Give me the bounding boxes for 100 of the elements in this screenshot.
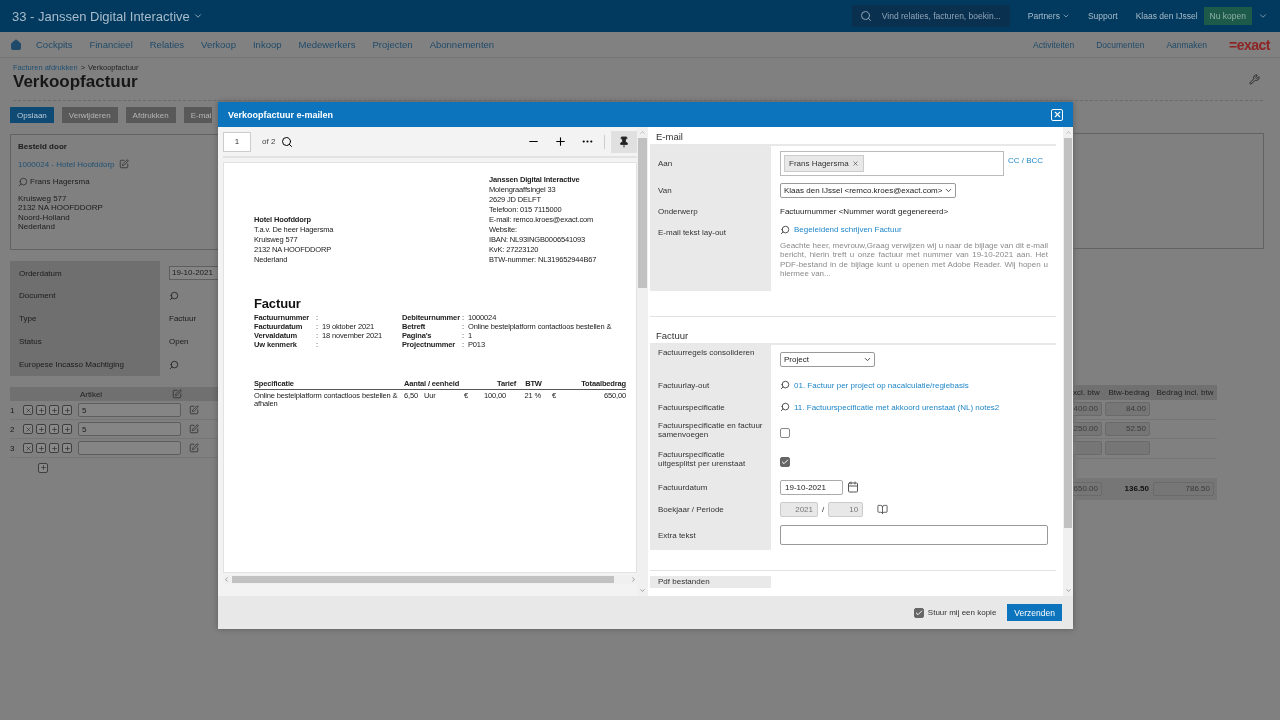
- delete-row-button[interactable]: [23, 405, 33, 415]
- address-line: Kruisweg 577: [18, 194, 68, 204]
- remove-icon[interactable]: [851, 159, 859, 167]
- edit-icon[interactable]: [172, 389, 182, 399]
- nav-item[interactable]: Inkoop: [252, 39, 282, 50]
- action-button[interactable]: Afdrukken: [125, 107, 176, 123]
- edit-icon[interactable]: [189, 424, 199, 434]
- article-field[interactable]: 5: [78, 422, 181, 436]
- article-field[interactable]: [78, 441, 181, 455]
- search-field[interactable]: Vind relaties, facturen, boekin...: [851, 5, 1010, 27]
- plus-icon: [50, 444, 58, 452]
- chevron-icon: [192, 11, 203, 21]
- insert-row-button[interactable]: [36, 443, 46, 453]
- extra-text-field[interactable]: [780, 525, 1048, 545]
- top-link[interactable]: Support: [1087, 11, 1118, 21]
- plus-icon: [63, 425, 71, 433]
- recipient-field[interactable]: Frans Hagersma: [780, 150, 1004, 176]
- insert-row-button[interactable]: [36, 424, 46, 434]
- article-field[interactable]: 5: [78, 403, 181, 417]
- user-menu[interactable]: Klaas den IJssel: [1135, 11, 1198, 21]
- move-row-button[interactable]: [49, 424, 59, 434]
- send-button[interactable]: Verzenden: [1007, 604, 1062, 621]
- close-button[interactable]: [1051, 108, 1063, 121]
- field-label: Van: [658, 186, 672, 195]
- pin-icon: [618, 135, 630, 148]
- field-label: Factuurregels consolideren: [658, 348, 755, 357]
- arrow-down-icon[interactable]: [639, 587, 646, 594]
- chevron-icon: [944, 186, 953, 195]
- search-icon[interactable]: [780, 225, 790, 235]
- card-heading: Besteld door: [18, 142, 68, 151]
- field-label: Status: [19, 337, 42, 346]
- nav-item[interactable]: Medewerkers: [298, 39, 356, 50]
- nav-item[interactable]: Abonnementen: [429, 39, 495, 50]
- calendar-icon[interactable]: [847, 481, 859, 493]
- nav-item[interactable]: Cockpits: [36, 39, 73, 50]
- field-label: Factuurspecificatie en factuur samenvoegen: [658, 421, 763, 439]
- search-icon[interactable]: [780, 380, 790, 390]
- page-number-field[interactable]: 1: [223, 131, 251, 152]
- arrow-left-icon[interactable]: [223, 576, 230, 583]
- layout-link[interactable]: Begeleidend schrijven Factuur: [794, 225, 902, 235]
- home-icon[interactable]: [10, 38, 22, 51]
- field-label: Orderdatum: [19, 269, 62, 278]
- nav-item[interactable]: Documenten: [1096, 39, 1145, 50]
- amount-field[interactable]: [1073, 441, 1102, 456]
- action-button[interactable]: E-mai: [183, 107, 212, 123]
- plus-icon[interactable]: [554, 135, 567, 148]
- top-link[interactable]: Partners: [1027, 11, 1070, 21]
- checkbox[interactable]: [913, 607, 924, 618]
- consolidate-select[interactable]: Project: [780, 352, 875, 367]
- copy-row-button[interactable]: [62, 424, 72, 434]
- edit-icon[interactable]: [118, 159, 129, 169]
- scrollbar-thumb[interactable]: [232, 576, 614, 583]
- copy-row-button[interactable]: [62, 443, 72, 453]
- book-icon[interactable]: [877, 503, 889, 515]
- checkbox[interactable]: [780, 427, 790, 438]
- move-row-button[interactable]: [49, 405, 59, 415]
- action-button[interactable]: Verwijderen: [61, 107, 118, 123]
- search-icon[interactable]: [780, 402, 790, 412]
- pin-button[interactable]: [611, 130, 637, 153]
- copy-row-button[interactable]: [62, 405, 72, 415]
- cc-bcc-link[interactable]: CC / BCC: [1008, 155, 1044, 165]
- edit-icon[interactable]: [189, 443, 199, 453]
- nav-item[interactable]: Projecten: [372, 39, 413, 50]
- checkbox[interactable]: [780, 456, 790, 467]
- account-link[interactable]: 1000024 - Hotel Hoofddorp: [18, 159, 129, 169]
- field-label: Boekjaar / Periode: [658, 504, 724, 514]
- layout-link[interactable]: 11. Factuurspecificatie met akkoord urenstaat (NL) notes2: [794, 402, 1000, 412]
- insert-row-button[interactable]: [36, 405, 46, 415]
- chevron-icon[interactable]: [1258, 11, 1268, 21]
- vat-total: 136.50: [1123, 484, 1150, 493]
- sender-select[interactable]: Klaas den IJssel <remco.kroes@exact.com>: [780, 183, 956, 198]
- buy-button[interactable]: Nu kopen: [1203, 7, 1252, 25]
- move-row-button[interactable]: [49, 443, 59, 453]
- delete-row-button[interactable]: [23, 424, 33, 434]
- arrow-down-icon[interactable]: [1064, 587, 1072, 594]
- layout-link[interactable]: 01. Factuur per project op nacalculatie/regiebasis: [794, 380, 969, 390]
- nav-item[interactable]: Activiteiten: [1033, 39, 1075, 50]
- nav-item[interactable]: Verkoop: [201, 39, 236, 50]
- action-button[interactable]: Opslaan: [10, 107, 54, 123]
- date-field[interactable]: 19-10-2021: [169, 265, 218, 280]
- search-icon[interactable]: [281, 135, 294, 148]
- arrow-right-icon[interactable]: [630, 576, 637, 583]
- year-field[interactable]: 2021: [780, 501, 818, 517]
- tools-icon[interactable]: [1249, 74, 1260, 85]
- nav-item[interactable]: Relaties: [149, 39, 185, 50]
- close-icon: [24, 406, 32, 414]
- add-row-button[interactable]: [38, 462, 48, 473]
- field-label: Extra tekst: [658, 530, 696, 540]
- period-field[interactable]: 10: [828, 501, 864, 517]
- edit-icon[interactable]: [189, 405, 199, 415]
- company-selector[interactable]: 33 - Janssen Digital Interactive: [12, 8, 203, 24]
- scrollbar-thumb[interactable]: [1064, 138, 1072, 528]
- nav-item[interactable]: Financieel: [89, 39, 133, 50]
- section-label: Pdf bestanden: [650, 576, 771, 588]
- plus-icon: [37, 406, 45, 414]
- nav-item[interactable]: Aanmaken: [1166, 39, 1207, 50]
- scrollbar-thumb[interactable]: [638, 138, 647, 288]
- date-field[interactable]: 19-10-2021: [780, 479, 843, 495]
- dialog-title: Verkoopfactuur e-mailen: [228, 109, 334, 120]
- delete-row-button[interactable]: [23, 443, 33, 453]
